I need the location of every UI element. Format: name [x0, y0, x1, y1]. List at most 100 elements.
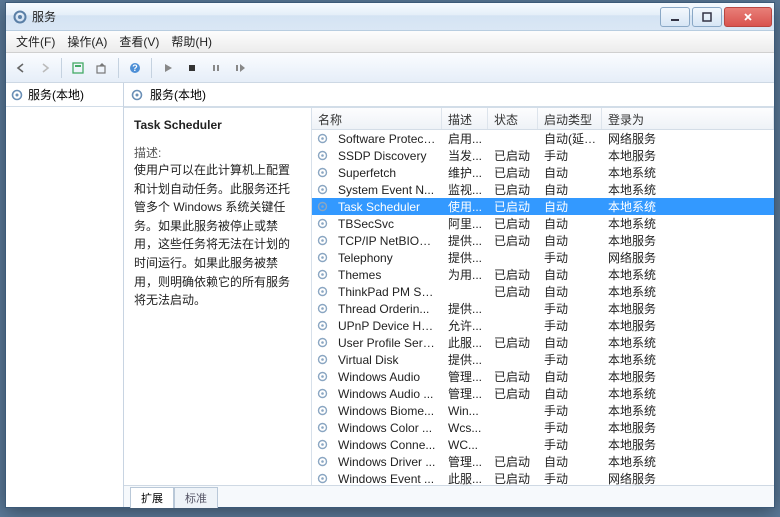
- col-desc[interactable]: 描述: [442, 108, 488, 129]
- cell-desc: 维护...: [442, 164, 488, 181]
- cell-desc: 允许...: [442, 317, 488, 334]
- table-row[interactable]: System Event N...监视...已启动自动本地系统: [312, 181, 774, 198]
- cell-desc: 提供...: [442, 249, 488, 266]
- help-button[interactable]: ?: [124, 57, 146, 79]
- service-rows[interactable]: Software Protect...启用...自动(延迟...网络服务SSDP…: [312, 130, 774, 485]
- table-row[interactable]: Thread Orderin...提供...手动本地服务: [312, 300, 774, 317]
- minimize-button[interactable]: [660, 7, 690, 27]
- table-row[interactable]: TCP/IP NetBIOS ...提供...已启动自动本地服务: [312, 232, 774, 249]
- table-row[interactable]: ThinkPad PM Se...已启动自动本地系统: [312, 283, 774, 300]
- toolbar-separator: [61, 58, 62, 78]
- app-icon: [12, 9, 28, 25]
- tab-standard[interactable]: 标准: [174, 487, 218, 508]
- cell-desc: 此服...: [442, 470, 488, 485]
- table-row[interactable]: Task Scheduler使用...已启动自动本地系统: [312, 198, 774, 215]
- cell-startup: 手动: [538, 351, 602, 368]
- table-row[interactable]: Superfetch维护...已启动自动本地系统: [312, 164, 774, 181]
- cell-desc: 启用...: [442, 130, 488, 147]
- table-row[interactable]: Windows Biome...Win...手动本地系统: [312, 402, 774, 419]
- cell-startup: 自动: [538, 215, 602, 232]
- cell-desc: 使用...: [442, 198, 488, 215]
- menu-view[interactable]: 查看(V): [113, 31, 165, 52]
- left-pane-header[interactable]: 服务(本地): [6, 83, 123, 107]
- cell-startup: 自动: [538, 181, 602, 198]
- gear-icon: [312, 251, 332, 264]
- service-list: 名称 描述 状态 启动类型 登录为 Software Protect...启用.…: [312, 108, 774, 485]
- table-row[interactable]: User Profile Serv...此服...已启动自动本地系统: [312, 334, 774, 351]
- table-row[interactable]: TBSecSvc阿里...已启动自动本地系统: [312, 215, 774, 232]
- col-startup[interactable]: 启动类型: [538, 108, 602, 129]
- table-row[interactable]: SSDP Discovery当发...已启动手动本地服务: [312, 147, 774, 164]
- gear-icon: [312, 132, 332, 145]
- forward-button[interactable]: [34, 57, 56, 79]
- titlebar[interactable]: 服务: [6, 3, 774, 31]
- col-logon[interactable]: 登录为: [602, 108, 774, 129]
- back-button[interactable]: [10, 57, 32, 79]
- right-pane-header: 服务(本地): [124, 83, 774, 107]
- cell-startup: 自动: [538, 334, 602, 351]
- left-pane: 服务(本地): [6, 83, 124, 507]
- cell-startup: 自动: [538, 164, 602, 181]
- detail-desc-label: 描述:: [134, 144, 301, 161]
- cell-desc: WC...: [442, 438, 488, 452]
- cell-logon: 网络服务: [602, 249, 774, 266]
- menu-action[interactable]: 操作(A): [61, 31, 113, 52]
- table-row[interactable]: Windows Audio ...管理...已启动自动本地系统: [312, 385, 774, 402]
- pause-service-button[interactable]: [205, 57, 227, 79]
- cell-status: 已启动: [488, 334, 538, 351]
- cell-startup: 手动: [538, 470, 602, 485]
- tab-extended[interactable]: 扩展: [130, 487, 174, 508]
- gear-icon: [312, 302, 332, 315]
- cell-name: Windows Biome...: [332, 404, 442, 418]
- cell-desc: 当发...: [442, 147, 488, 164]
- cell-logon: 本地系统: [602, 351, 774, 368]
- export-button[interactable]: [91, 57, 113, 79]
- menu-file[interactable]: 文件(F): [10, 31, 61, 52]
- cell-name: Thread Orderin...: [332, 302, 442, 316]
- cell-name: User Profile Serv...: [332, 336, 442, 350]
- maximize-button[interactable]: [692, 7, 722, 27]
- menubar: 文件(F) 操作(A) 查看(V) 帮助(H): [6, 31, 774, 53]
- cell-logon: 网络服务: [602, 470, 774, 485]
- table-row[interactable]: Virtual Disk提供...手动本地系统: [312, 351, 774, 368]
- start-service-button[interactable]: [157, 57, 179, 79]
- col-status[interactable]: 状态: [488, 108, 538, 129]
- close-button[interactable]: [724, 7, 772, 27]
- properties-button[interactable]: [67, 57, 89, 79]
- cell-desc: 为用...: [442, 266, 488, 283]
- cell-logon: 本地服务: [602, 368, 774, 385]
- cell-desc: 管理...: [442, 385, 488, 402]
- cell-status: 已启动: [488, 453, 538, 470]
- cell-logon: 本地系统: [602, 385, 774, 402]
- column-headers: 名称 描述 状态 启动类型 登录为: [312, 108, 774, 130]
- table-row[interactable]: Themes为用...已启动自动本地系统: [312, 266, 774, 283]
- menu-help[interactable]: 帮助(H): [165, 31, 218, 52]
- table-row[interactable]: UPnP Device Host允许...手动本地服务: [312, 317, 774, 334]
- table-row[interactable]: Windows Conne...WC...手动本地服务: [312, 436, 774, 453]
- cell-startup: 手动: [538, 402, 602, 419]
- gear-icon: [312, 217, 332, 230]
- cell-startup: 自动: [538, 232, 602, 249]
- cell-status: 已启动: [488, 198, 538, 215]
- table-row[interactable]: Software Protect...启用...自动(延迟...网络服务: [312, 130, 774, 147]
- table-row[interactable]: Windows Audio管理...已启动自动本地服务: [312, 368, 774, 385]
- cell-status: 已启动: [488, 215, 538, 232]
- table-row[interactable]: Telephony提供...手动网络服务: [312, 249, 774, 266]
- cell-startup: 手动: [538, 436, 602, 453]
- stop-service-button[interactable]: [181, 57, 203, 79]
- gear-icon: [312, 268, 332, 281]
- gear-icon: [312, 455, 332, 468]
- cell-name: Themes: [332, 268, 442, 282]
- gear-icon: [312, 234, 332, 247]
- table-row[interactable]: Windows Color ...Wcs...手动本地服务: [312, 419, 774, 436]
- gear-icon: [312, 421, 332, 434]
- col-name[interactable]: 名称: [312, 108, 442, 129]
- table-row[interactable]: Windows Driver ...管理...已启动自动本地系统: [312, 453, 774, 470]
- cell-name: Windows Event ...: [332, 472, 442, 486]
- gear-icon: [312, 370, 332, 383]
- table-row[interactable]: Windows Event ...此服...已启动手动网络服务: [312, 470, 774, 485]
- cell-desc: Wcs...: [442, 421, 488, 435]
- cell-name: SSDP Discovery: [332, 149, 442, 163]
- cell-name: Windows Conne...: [332, 438, 442, 452]
- restart-service-button[interactable]: [229, 57, 251, 79]
